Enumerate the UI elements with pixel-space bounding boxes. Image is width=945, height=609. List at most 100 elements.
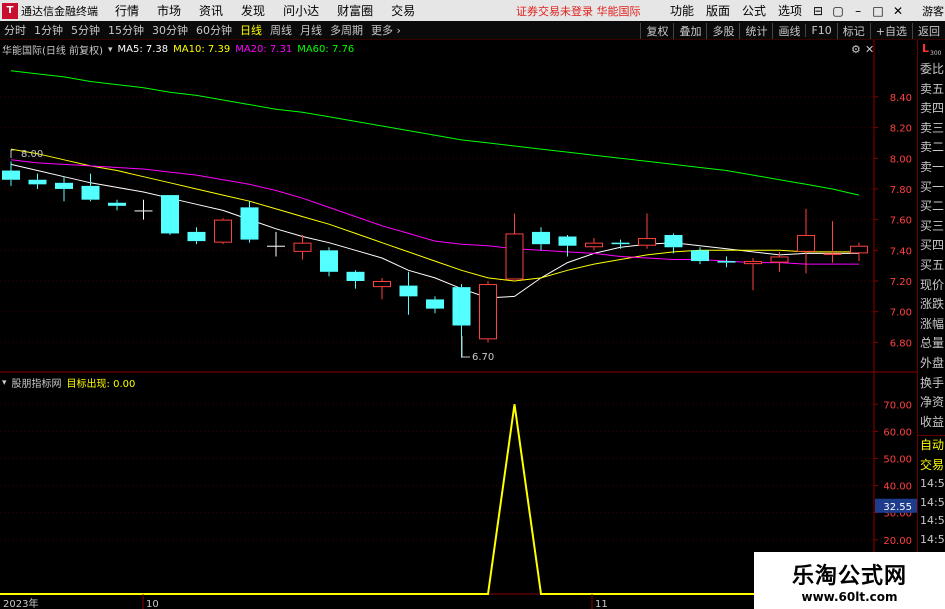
overlay-button[interactable]: 叠加 <box>673 22 706 39</box>
candle <box>638 213 656 249</box>
back-button[interactable]: 返回 <box>912 22 945 39</box>
draw-line-button[interactable]: 画线 <box>772 22 805 39</box>
candle <box>28 173 47 189</box>
ma60-label: MA60: 7.76 <box>297 44 355 55</box>
candle-body <box>479 284 497 340</box>
menu-formula[interactable]: 公式 <box>742 2 766 19</box>
candle-body <box>134 210 153 212</box>
high-price-label: 8.00 <box>21 149 43 160</box>
menu-wealth-circle[interactable]: 财富圈 <box>337 2 373 19</box>
close-panel-icon[interactable]: ✕ <box>865 43 874 56</box>
restore-icon[interactable]: ▢ <box>828 4 848 18</box>
indicator-axis: 20.0030.0040.0050.0060.0070.0032.55 <box>874 400 917 547</box>
statistics-button[interactable]: 统计 <box>739 22 772 39</box>
level-badge[interactable]: L 300 <box>918 40 945 60</box>
candle <box>240 201 259 243</box>
ma5-line <box>10 163 859 299</box>
indicator-value: 目标出现: 0.00 <box>66 379 136 390</box>
x-tick-label: 10 <box>146 599 159 609</box>
candle <box>293 234 312 260</box>
y-tick-label: 50.00 <box>883 454 912 465</box>
y-tick-label: 7.40 <box>890 246 912 257</box>
candle-body <box>214 219 232 243</box>
dropdown-icon[interactable]: ▾ <box>108 45 113 55</box>
tab-5min[interactable]: 5分钟 <box>70 22 101 38</box>
f10-button[interactable]: F10 <box>805 24 836 37</box>
candle-body <box>717 261 736 263</box>
tab-daily[interactable]: 日线 <box>239 22 263 38</box>
tab-15min[interactable]: 15分钟 <box>107 22 145 38</box>
quote-fields: 委比 卖五 卖四 卖三 卖二 卖一 买一 买二 买三 买四 买五 现价 涨跌 涨幅 总量 外盘 换手 净资 收益 <box>918 60 945 432</box>
tick-time: 14:56 <box>920 495 945 509</box>
candle <box>55 176 73 202</box>
auto-trade-label[interactable]: 自动 <box>918 436 945 456</box>
menu-news[interactable]: 资讯 <box>199 2 223 19</box>
y-tick-label: 6.80 <box>890 338 912 349</box>
sidebar-field: 卖三 <box>920 120 945 135</box>
tab-60min[interactable]: 60分钟 <box>195 22 233 38</box>
candle-body <box>55 182 73 189</box>
y-tick-label: 7.00 <box>890 308 912 319</box>
dropdown-icon[interactable]: ▾ <box>2 378 7 388</box>
tab-30min[interactable]: 30分钟 <box>151 22 189 38</box>
candle <box>267 231 285 257</box>
candle-body <box>426 299 444 309</box>
candle-body <box>452 287 471 326</box>
candle <box>558 234 577 257</box>
date-axis: 2023年 10 11 <box>3 594 608 609</box>
candle <box>505 213 524 280</box>
candle-body <box>399 285 418 297</box>
adjust-button[interactable]: 复权 <box>640 22 673 39</box>
stock-title[interactable]: 华能国际(日线 前复权) <box>2 42 103 57</box>
tab-weekly[interactable]: 周线 <box>269 22 293 38</box>
candle-body <box>373 281 391 288</box>
title-right-group: 功能 版面 公式 选项 ⊟ ▢ – □ ✕ 游客 <box>664 0 944 21</box>
maximize-icon[interactable]: □ <box>868 4 888 18</box>
close-icon[interactable]: ✕ <box>888 4 908 18</box>
tab-intraday[interactable]: 分时 <box>3 22 27 38</box>
candle-body <box>611 242 630 245</box>
minimize-icon[interactable]: – <box>848 4 868 18</box>
menu-layout[interactable]: 版面 <box>706 2 730 19</box>
gear-icon[interactable]: ⚙ <box>851 43 861 56</box>
menu-trade[interactable]: 交易 <box>391 2 415 19</box>
mark-button[interactable]: 标记 <box>836 22 870 39</box>
candle-body <box>823 253 842 255</box>
period-toolbar: 分时 1分钟 5分钟 15分钟 30分钟 60分钟 日线 周线 月线 多周期 更… <box>0 21 945 40</box>
candle <box>532 227 550 251</box>
multi-stock-button[interactable]: 多股 <box>706 22 739 39</box>
indicator-title[interactable]: 股朋指标网 <box>12 375 62 390</box>
add-watchlist-button[interactable]: +自选 <box>869 22 912 39</box>
kline-chart[interactable]: 6.80 7.00 7.20 7.40 7.60 7.80 8.00 8.20 8.40 20.… <box>0 40 917 609</box>
guest-label[interactable]: 游客 <box>922 3 944 19</box>
ma20-label: MA20: 7.31 <box>235 44 293 55</box>
menu-discover[interactable]: 发现 <box>241 2 265 19</box>
sidebar-field: 外盘 <box>920 355 945 370</box>
chart-grid <box>0 96 874 541</box>
sidebar-field: 卖二 <box>920 140 945 155</box>
menu-market[interactable]: 市场 <box>157 2 181 19</box>
ma-lines <box>10 70 860 299</box>
indicator-line <box>0 404 874 595</box>
candle-body <box>532 231 550 245</box>
quote-sidebar: L 300 委比 卖五 卖四 卖三 卖二 卖一 买一 买二 买三 买四 买五 现价 涨跌 涨幅 总量 外盘 换手… <box>917 40 945 609</box>
layout-icon[interactable]: ⊟ <box>808 4 828 18</box>
sidebar-field: 涨幅 <box>920 316 945 331</box>
candle-body <box>744 261 762 265</box>
tab-more[interactable]: 更多 › <box>370 22 402 38</box>
tab-1min[interactable]: 1分钟 <box>33 22 64 38</box>
auto-trade-label[interactable]: 交易 <box>918 456 945 476</box>
sidebar-field: 买五 <box>920 257 945 272</box>
login-status-text[interactable]: 证券交易未登录 华能国际 <box>516 3 641 19</box>
app-logo-icon: T <box>2 2 18 19</box>
menu-ask-xiaoda[interactable]: 问小达 <box>283 2 319 19</box>
ma60-line <box>10 70 860 196</box>
tab-multi-period[interactable]: 多周期 <box>329 22 364 38</box>
menu-function[interactable]: 功能 <box>670 2 694 19</box>
tab-monthly[interactable]: 月线 <box>299 22 323 38</box>
menu-options[interactable]: 选项 <box>778 2 802 19</box>
candle-body <box>2 170 20 180</box>
watermark-title: 乐淘公式网 <box>791 562 907 589</box>
candle <box>850 242 868 262</box>
menu-quotes[interactable]: 行情 <box>115 2 139 19</box>
